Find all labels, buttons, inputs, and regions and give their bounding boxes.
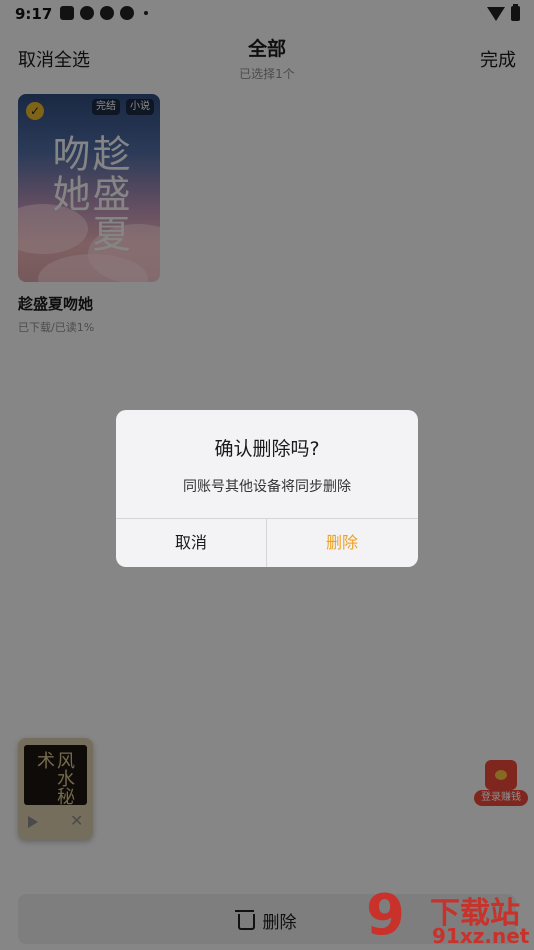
watermark: 9 下载站 91xz.net: [366, 884, 534, 950]
confirm-delete-button[interactable]: 删除: [267, 519, 417, 567]
dialog-message: 同账号其他设备将同步删除: [183, 479, 351, 495]
watermark-url: 91xz.net: [432, 924, 530, 948]
confirm-delete-dialog: 确认删除吗? 同账号其他设备将同步删除 取消 删除: [116, 410, 418, 567]
watermark-logo: 9: [366, 883, 405, 948]
cancel-button[interactable]: 取消: [116, 519, 266, 567]
dialog-title: 确认删除吗?: [214, 438, 320, 460]
